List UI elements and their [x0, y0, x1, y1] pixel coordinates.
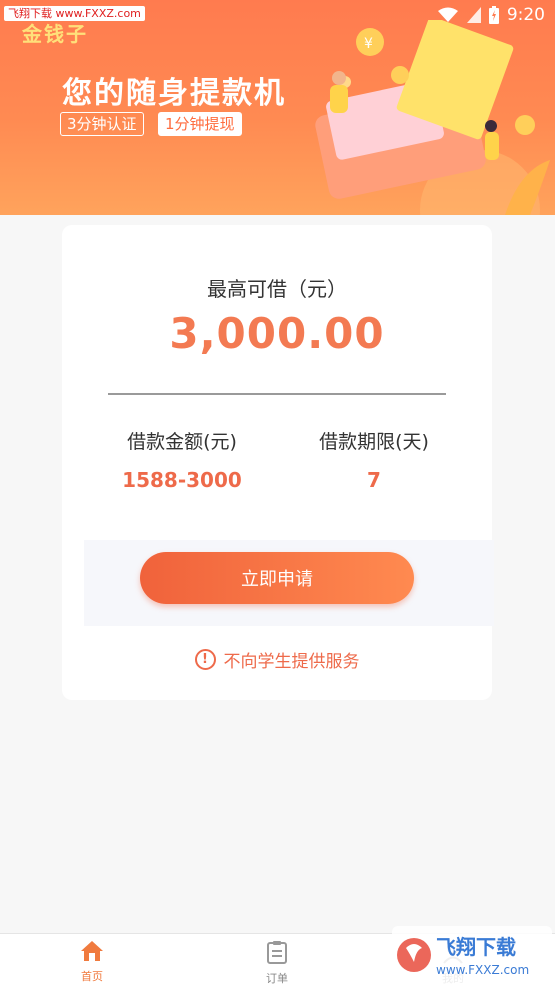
battery-icon: [488, 6, 499, 24]
loan-amount-label: 借款金额(元): [127, 431, 237, 453]
tag-verify-time: 3分钟认证: [60, 112, 144, 136]
header-banner: ¥ 飞翔下载 www.FXXZ.com 9:20 金钱子 您的随身提款机 3分钟…: [0, 0, 555, 215]
loan-amount-block: 借款金额(元) 1588-3000: [92, 427, 272, 492]
max-loan-label: 最高可借（元）: [207, 277, 347, 301]
student-notice: ! 不向学生提供服务: [62, 647, 492, 672]
home-icon: [81, 941, 103, 961]
signal-icon: [466, 7, 481, 23]
exclamation-icon: !: [194, 649, 216, 670]
tab-orders[interactable]: 订单: [237, 940, 317, 986]
notice-text: 不向学生提供服务: [223, 652, 360, 672]
tab-orders-label: 订单: [266, 972, 288, 985]
divider: [108, 393, 446, 395]
brand-logo-text: 金钱子: [22, 22, 88, 46]
tag-withdraw-time: 1分钟提现: [158, 112, 242, 136]
watermark-title: 飞翔下载: [436, 935, 516, 959]
apply-now-button[interactable]: 立即申请: [140, 552, 414, 604]
watermark-logo: 飞翔下载 www.FXXZ.com: [392, 926, 552, 984]
loan-term-value: 7: [367, 468, 381, 492]
clock: 9:20: [506, 5, 545, 25]
wifi-icon: [437, 7, 458, 22]
banner-slogan: 您的随身提款机: [62, 76, 286, 111]
watermark-url: www.FXXZ.com: [436, 963, 529, 977]
tab-home[interactable]: 首页: [52, 940, 132, 984]
loan-term-block: 借款期限(天) 7: [284, 427, 464, 492]
apply-area: 立即申请: [84, 540, 494, 626]
orders-icon: [267, 941, 287, 964]
phone-cash-illustration: ¥: [315, 20, 550, 215]
loan-amount-range: 1588-3000: [122, 468, 242, 492]
tab-home-label: 首页: [81, 970, 103, 983]
loan-term-label: 借款期限(天): [319, 431, 429, 453]
max-loan-amount: 3,000.00: [169, 309, 385, 358]
status-icons: 9:20: [437, 4, 545, 26]
loan-card: 最高可借（元） 3,000.00 借款金额(元) 1588-3000 借款期限(…: [62, 225, 494, 700]
svg-text:¥: ¥: [364, 36, 373, 52]
